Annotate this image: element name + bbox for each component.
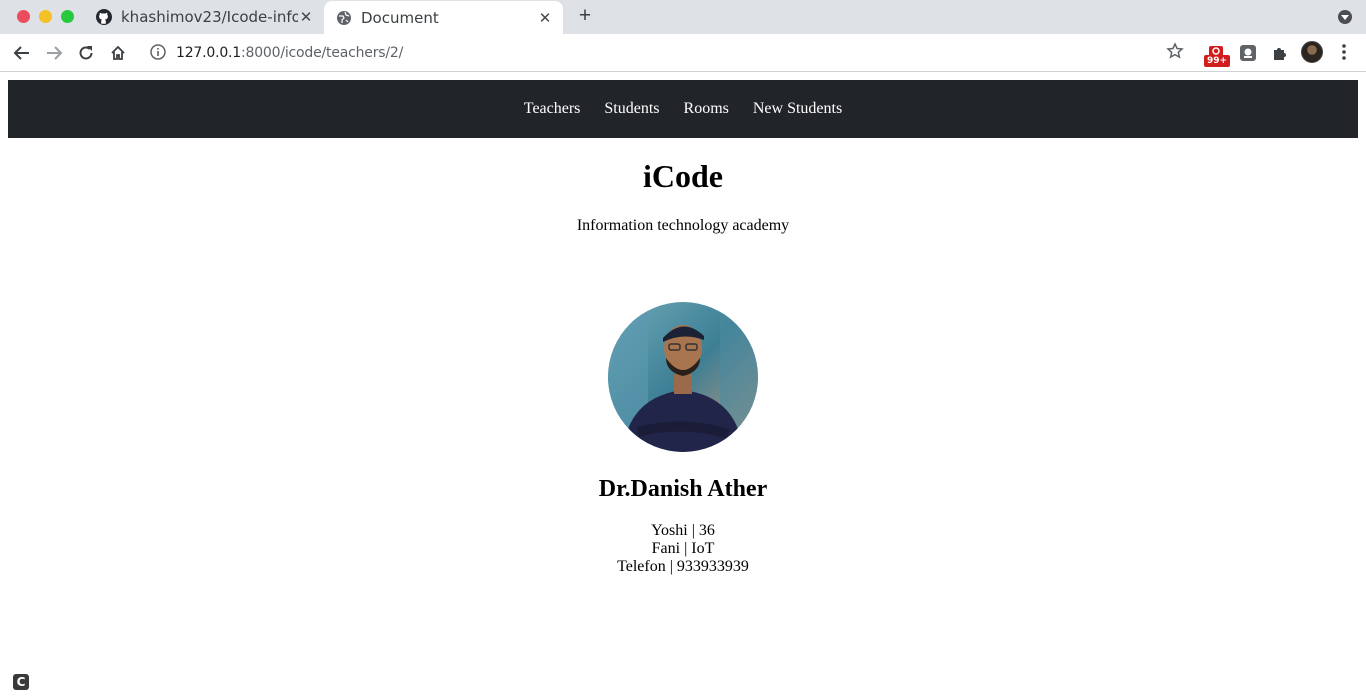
site-subtitle: Information technology academy [576,217,790,234]
globe-icon [336,10,352,26]
tab-title: khashimov23/Icode-info [121,8,298,26]
tab-title: Document [361,8,439,27]
browser-tab-document[interactable]: Document ✕ [324,1,563,34]
teacher-phone: Telefon | 933933939 [617,558,749,575]
profile-avatar[interactable] [1301,41,1323,63]
nav-link-teachers[interactable]: Teachers [524,100,581,118]
nav-link-rooms[interactable]: Rooms [684,100,729,118]
extension-c-icon[interactable]: C [13,674,29,690]
close-icon[interactable]: ✕ [537,9,553,27]
nav-link-new-students[interactable]: New Students [753,100,842,118]
home-icon[interactable] [106,41,130,65]
browser-tabstrip: khashimov23/Icode-info ✕ Document ✕ + [0,0,1366,34]
forward-arrow-icon[interactable] [42,41,66,65]
url-host: 127.0.0.1 [176,45,241,61]
reload-icon[interactable] [74,41,98,65]
url-text: 127.0.0.1:8000/icode/teachers/2/ [176,45,403,61]
info-icon[interactable] [150,44,168,62]
address-bar[interactable]: 127.0.0.1:8000/icode/teachers/2/ [140,38,1195,68]
browser-tab-github[interactable]: khashimov23/Icode-info ✕ [86,0,324,34]
more-menu-icon[interactable] [1337,42,1351,62]
teacher-age: Yoshi | 36 [651,522,715,539]
back-arrow-icon[interactable] [10,41,34,65]
tab-search-icon[interactable] [1338,10,1352,24]
site-title: iCode [643,158,723,194]
extension-badge: 99+ [1204,55,1231,67]
window-maximize-button[interactable] [61,10,74,23]
teacher-photo [608,302,758,452]
bookmark-star-icon[interactable] [1166,42,1186,62]
puzzle-piece-icon[interactable] [1270,43,1290,63]
teacher-subject: Fani | IoT [651,540,715,557]
teacher-details: Yoshi | 36 Fani | IoT Telefon | 93393393… [0,522,1366,576]
github-icon [96,9,112,25]
new-tab-button[interactable]: + [574,5,596,27]
window-close-button[interactable] [17,10,30,23]
nav-link-students[interactable]: Students [604,100,659,118]
browser-toolbar: 127.0.0.1:8000/icode/teachers/2/ 99+ [0,34,1366,72]
teacher-name: Dr.Danish Ather [598,476,768,502]
site-navbar: Teachers Students Rooms New Students [8,80,1358,138]
window-minimize-button[interactable] [39,10,52,23]
close-icon[interactable]: ✕ [298,8,314,26]
profile-extension-icon[interactable] [1238,43,1258,63]
url-path: :8000/icode/teachers/2/ [241,45,404,61]
